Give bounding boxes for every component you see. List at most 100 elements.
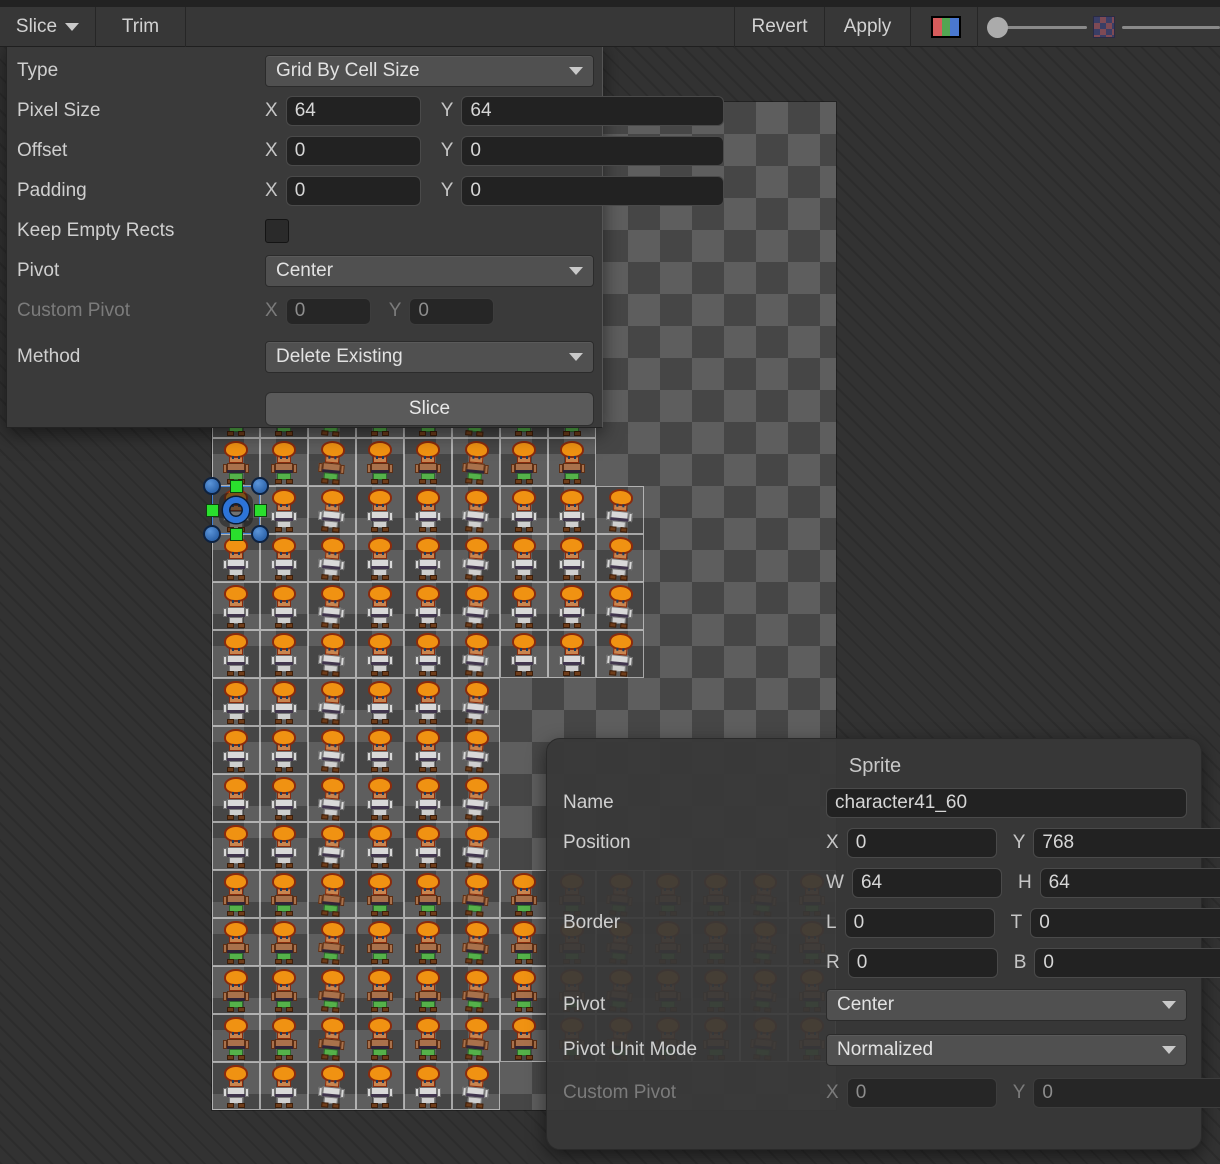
edge-resize-handle[interactable] (254, 504, 267, 517)
sprite-cell[interactable] (356, 918, 404, 966)
corner-resize-handle[interactable] (203, 525, 221, 543)
edge-resize-handle[interactable] (230, 480, 243, 493)
sprite-cell[interactable] (356, 966, 404, 1014)
sprite-cell[interactable] (500, 918, 548, 966)
sprite-cell[interactable] (500, 486, 548, 534)
slice-button[interactable]: Slice (265, 392, 594, 426)
sprite-cell[interactable] (452, 630, 500, 678)
sprite-cell[interactable] (212, 582, 260, 630)
sprite-cell[interactable] (212, 630, 260, 678)
sprite-cell[interactable] (308, 822, 356, 870)
edge-resize-handle[interactable] (206, 504, 219, 517)
sprite-cell[interactable] (212, 1014, 260, 1062)
sprite-cell[interactable] (356, 774, 404, 822)
sprite-cell[interactable] (308, 582, 356, 630)
sprite-cell[interactable] (308, 438, 356, 486)
sprite-pivot-dropdown[interactable]: Center (826, 989, 1187, 1021)
sprite-cell[interactable] (260, 534, 308, 582)
sprite-cell[interactable] (212, 918, 260, 966)
pixel-size-y-input[interactable] (461, 96, 724, 126)
sprite-cell[interactable] (212, 534, 260, 582)
width-input[interactable] (852, 868, 1002, 898)
sprite-cell[interactable] (452, 1062, 500, 1110)
sprite-cell[interactable] (308, 486, 356, 534)
corner-resize-handle[interactable] (251, 477, 269, 495)
sprite-cell[interactable] (356, 486, 404, 534)
method-dropdown[interactable]: Delete Existing (265, 341, 594, 373)
corner-resize-handle[interactable] (203, 477, 221, 495)
sprite-cell[interactable] (548, 534, 596, 582)
offset-x-input[interactable] (286, 136, 421, 166)
sprite-cell[interactable] (356, 726, 404, 774)
sprite-cell[interactable] (308, 1062, 356, 1110)
sprite-cell[interactable] (404, 1014, 452, 1062)
sprite-cell[interactable] (260, 438, 308, 486)
sprite-cell[interactable] (452, 966, 500, 1014)
sprite-cell[interactable] (260, 822, 308, 870)
corner-resize-handle[interactable] (251, 525, 269, 543)
sprite-cell[interactable] (308, 966, 356, 1014)
sprite-cell[interactable] (308, 678, 356, 726)
sprite-cell[interactable] (212, 822, 260, 870)
sprite-cell[interactable] (452, 486, 500, 534)
type-dropdown[interactable]: Grid By Cell Size (265, 55, 594, 87)
height-input[interactable] (1040, 868, 1220, 898)
border-t-input[interactable] (1030, 908, 1220, 938)
sprite-cell[interactable] (308, 726, 356, 774)
offset-y-input[interactable] (461, 136, 724, 166)
sprite-cell[interactable] (404, 726, 452, 774)
revert-button[interactable]: Revert (735, 7, 824, 47)
sprite-cell[interactable] (452, 438, 500, 486)
sprite-cell[interactable] (404, 582, 452, 630)
slice-menu-button[interactable]: Slice (0, 7, 95, 47)
sprite-cell[interactable] (452, 582, 500, 630)
sprite-cell[interactable] (500, 438, 548, 486)
zoom-slider-track[interactable] (997, 26, 1087, 29)
sprite-cell[interactable] (404, 486, 452, 534)
zoom-slider-knob[interactable] (987, 17, 1008, 38)
pivot-dropdown[interactable]: Center (265, 255, 594, 287)
sprite-cell[interactable] (404, 1062, 452, 1110)
sprite-cell[interactable] (404, 774, 452, 822)
sprite-cell[interactable] (308, 534, 356, 582)
sprite-cell[interactable] (596, 630, 644, 678)
sprite-cell[interactable] (308, 774, 356, 822)
sprite-cell[interactable] (356, 1014, 404, 1062)
selected-sprite-rect[interactable] (212, 486, 260, 534)
sprite-cell[interactable] (212, 678, 260, 726)
sprite-cell[interactable] (212, 870, 260, 918)
sprite-cell[interactable] (500, 534, 548, 582)
sprite-cell[interactable] (452, 870, 500, 918)
border-b-input[interactable] (1034, 948, 1220, 978)
sprite-cell[interactable] (260, 678, 308, 726)
trim-button[interactable]: Trim (96, 7, 185, 47)
sprite-cell[interactable] (404, 822, 452, 870)
sprite-cell[interactable] (356, 582, 404, 630)
apply-button[interactable]: Apply (825, 7, 910, 47)
sprite-cell[interactable] (356, 870, 404, 918)
sprite-cell[interactable] (500, 630, 548, 678)
sprite-cell[interactable] (596, 582, 644, 630)
sprite-cell[interactable] (404, 918, 452, 966)
sprite-cell[interactable] (596, 486, 644, 534)
sprite-cell[interactable] (596, 534, 644, 582)
sprite-cell[interactable] (212, 1062, 260, 1110)
sprite-name-input[interactable] (826, 788, 1187, 818)
sprite-cell[interactable] (212, 774, 260, 822)
sprite-cell[interactable] (548, 438, 596, 486)
sprite-cell[interactable] (404, 966, 452, 1014)
color-alpha-toggle-icon[interactable] (931, 16, 961, 38)
sprite-cell[interactable] (260, 630, 308, 678)
sprite-cell[interactable] (404, 438, 452, 486)
sprite-cell[interactable] (452, 678, 500, 726)
edge-resize-handle[interactable] (230, 528, 243, 541)
sprite-cell[interactable] (404, 534, 452, 582)
sprite-cell[interactable] (500, 966, 548, 1014)
mipmap-slider-track[interactable] (1122, 26, 1220, 29)
sprite-cell[interactable] (356, 678, 404, 726)
sprite-cell[interactable] (452, 774, 500, 822)
sprite-cell[interactable] (260, 582, 308, 630)
sprite-cell[interactable] (356, 534, 404, 582)
sprite-cell[interactable] (260, 918, 308, 966)
sprite-cell[interactable] (548, 630, 596, 678)
